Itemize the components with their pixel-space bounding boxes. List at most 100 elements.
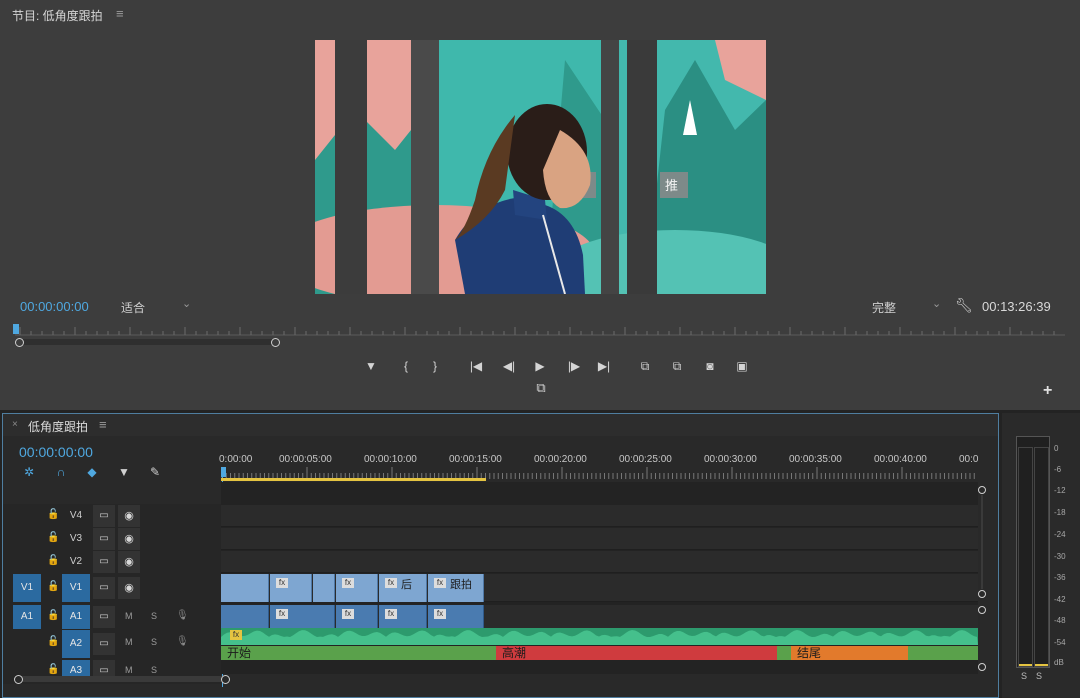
timeline-ruler[interactable]: 0:00:00 00:00:05:00 00:00:10:00 00:00:15… [219, 449, 978, 481]
add-marker-tool-icon[interactable]: ◆ [84, 464, 100, 480]
track-v4[interactable] [221, 505, 978, 527]
mic-icon[interactable]: 🎙 [176, 636, 189, 647]
mute-button[interactable]: M [125, 637, 133, 647]
track-name-a1[interactable]: A1 [62, 605, 90, 629]
marker-gap[interactable] [777, 646, 791, 660]
extract-button[interactable]: ⧉ [667, 357, 687, 375]
audio-clip[interactable]: fx [270, 605, 335, 629]
video-clip[interactable]: fx [336, 574, 378, 602]
go-to-in-button[interactable]: |◀ [466, 357, 486, 375]
audio-scroll-handle-top[interactable] [978, 606, 986, 614]
fx-badge[interactable]: fx [276, 578, 288, 588]
marker-icon[interactable]: ▼ [116, 464, 132, 480]
monitor-zoom-scrollbar[interactable] [20, 339, 276, 345]
video-clip[interactable] [313, 574, 335, 602]
fx-badge[interactable]: fx [385, 578, 397, 588]
video-vscrollbar[interactable] [981, 495, 983, 589]
marker-start[interactable]: 开始 [221, 646, 496, 660]
lift-button[interactable]: ⧉ [635, 357, 655, 375]
track-name-v1[interactable]: V1 [62, 574, 90, 602]
snap-icon[interactable]: ✲ [21, 464, 37, 480]
video-scroll-handle-top[interactable] [978, 486, 986, 494]
sync-lock-icon[interactable]: ▭ [93, 528, 115, 550]
close-icon[interactable]: × [12, 419, 18, 430]
sync-lock-icon[interactable]: ▭ [93, 505, 115, 527]
fx-badge[interactable]: fx [342, 578, 354, 588]
mute-button[interactable]: M [125, 665, 133, 675]
timeline-timecode[interactable]: 00:00:00:00 [19, 444, 93, 460]
toggle-proxies-icon[interactable]: ⧉ [531, 380, 551, 398]
wrench-icon[interactable]: ✎ [147, 464, 163, 480]
solo-button[interactable]: S [151, 611, 157, 621]
track-v3[interactable] [221, 528, 978, 550]
sync-lock-icon[interactable]: ▭ [93, 660, 115, 676]
fx-badge[interactable]: fx [434, 578, 446, 588]
settings-wrench-icon[interactable]: 🔧︎ [955, 297, 973, 314]
fx-badge[interactable]: fx [434, 609, 446, 619]
track-name-v2[interactable]: V2 [62, 551, 90, 573]
audio-clip[interactable]: fx [379, 605, 427, 629]
mark-in-button[interactable]: { [396, 357, 416, 375]
step-forward-button[interactable]: |▶ [564, 357, 584, 375]
lock-icon[interactable]: 🔓 [47, 555, 59, 566]
marker-tail[interactable] [908, 646, 978, 660]
comparison-view-button[interactable]: ▣ [732, 357, 752, 375]
sync-lock-icon[interactable]: ▭ [93, 606, 115, 628]
hscroll-handle-left[interactable] [14, 675, 23, 684]
button-editor-plus-icon[interactable]: + [1043, 382, 1052, 400]
sequence-tab[interactable]: 低角度跟拍 [28, 418, 88, 435]
audio-clip[interactable] [221, 605, 269, 629]
music-audio-clip[interactable]: fx [221, 628, 978, 645]
lock-icon[interactable]: 🔓 [47, 636, 59, 647]
monitor-time-ruler[interactable] [15, 323, 1065, 337]
source-patch-a1[interactable]: A1 [13, 605, 41, 629]
zoom-handle-right[interactable] [271, 338, 280, 347]
timeline-menu-icon[interactable]: ≡ [99, 417, 107, 432]
zoom-level-select[interactable]: 适合 [121, 299, 145, 316]
export-frame-button[interactable]: ◙ [700, 357, 720, 375]
hscroll-handle-right[interactable] [221, 675, 230, 684]
track-name-v4[interactable]: V4 [62, 505, 90, 527]
eye-icon[interactable]: ◉ [118, 551, 140, 573]
lock-icon[interactable]: 🔓 [47, 532, 59, 543]
audio-scroll-handle-bottom[interactable] [978, 663, 986, 671]
solo-right-button[interactable]: S [1036, 671, 1042, 681]
marker-end[interactable]: 结尾 [791, 646, 908, 660]
chevron-down-icon[interactable]: ⌄ [182, 297, 191, 310]
track-v2[interactable] [221, 551, 978, 573]
solo-button[interactable]: S [151, 665, 157, 675]
eye-icon[interactable]: ◉ [118, 577, 140, 599]
sync-lock-icon[interactable]: ▭ [93, 633, 115, 655]
audio-clip[interactable]: fx [336, 605, 378, 629]
solo-button[interactable]: S [151, 637, 157, 647]
eye-icon[interactable]: ◉ [118, 505, 140, 527]
video-scroll-handle-bottom[interactable] [978, 590, 986, 598]
lock-icon[interactable]: 🔓 [47, 664, 59, 675]
video-clip[interactable]: fx 后 [379, 574, 427, 602]
track-name-a3[interactable]: A3 [62, 660, 90, 676]
work-area-bar[interactable] [221, 478, 486, 481]
mark-out-button[interactable]: } [425, 357, 445, 375]
mic-icon[interactable]: 🎙 [176, 610, 189, 621]
audio-clip[interactable]: fx [428, 605, 484, 629]
chevron-down-icon[interactable]: ⌄ [932, 297, 941, 310]
go-to-out-button[interactable]: ▶| [594, 357, 614, 375]
fx-badge[interactable]: fx [276, 609, 288, 619]
step-back-button[interactable]: ◀| [499, 357, 519, 375]
sync-lock-icon[interactable]: ▭ [93, 551, 115, 573]
video-clip[interactable] [221, 574, 269, 602]
solo-left-button[interactable]: S [1021, 671, 1027, 681]
sync-lock-icon[interactable]: ▭ [93, 577, 115, 599]
track-name-a2[interactable]: A2 [62, 630, 90, 658]
play-button[interactable]: ▶ [530, 357, 550, 375]
add-marker-button[interactable]: ▼ [361, 357, 381, 375]
mute-button[interactable]: M [125, 611, 133, 621]
monitor-title[interactable]: 节目: 低角度跟拍 [12, 7, 103, 24]
video-clip[interactable]: fx [270, 574, 312, 602]
fx-badge[interactable]: fx [230, 630, 242, 640]
video-clip[interactable]: fx 跟拍 [428, 574, 484, 602]
lock-icon[interactable]: 🔓 [47, 509, 59, 520]
eye-icon[interactable]: ◉ [118, 528, 140, 550]
marker-climax[interactable]: 高潮 [496, 646, 777, 660]
current-timecode[interactable]: 00:00:00:00 [20, 299, 89, 314]
